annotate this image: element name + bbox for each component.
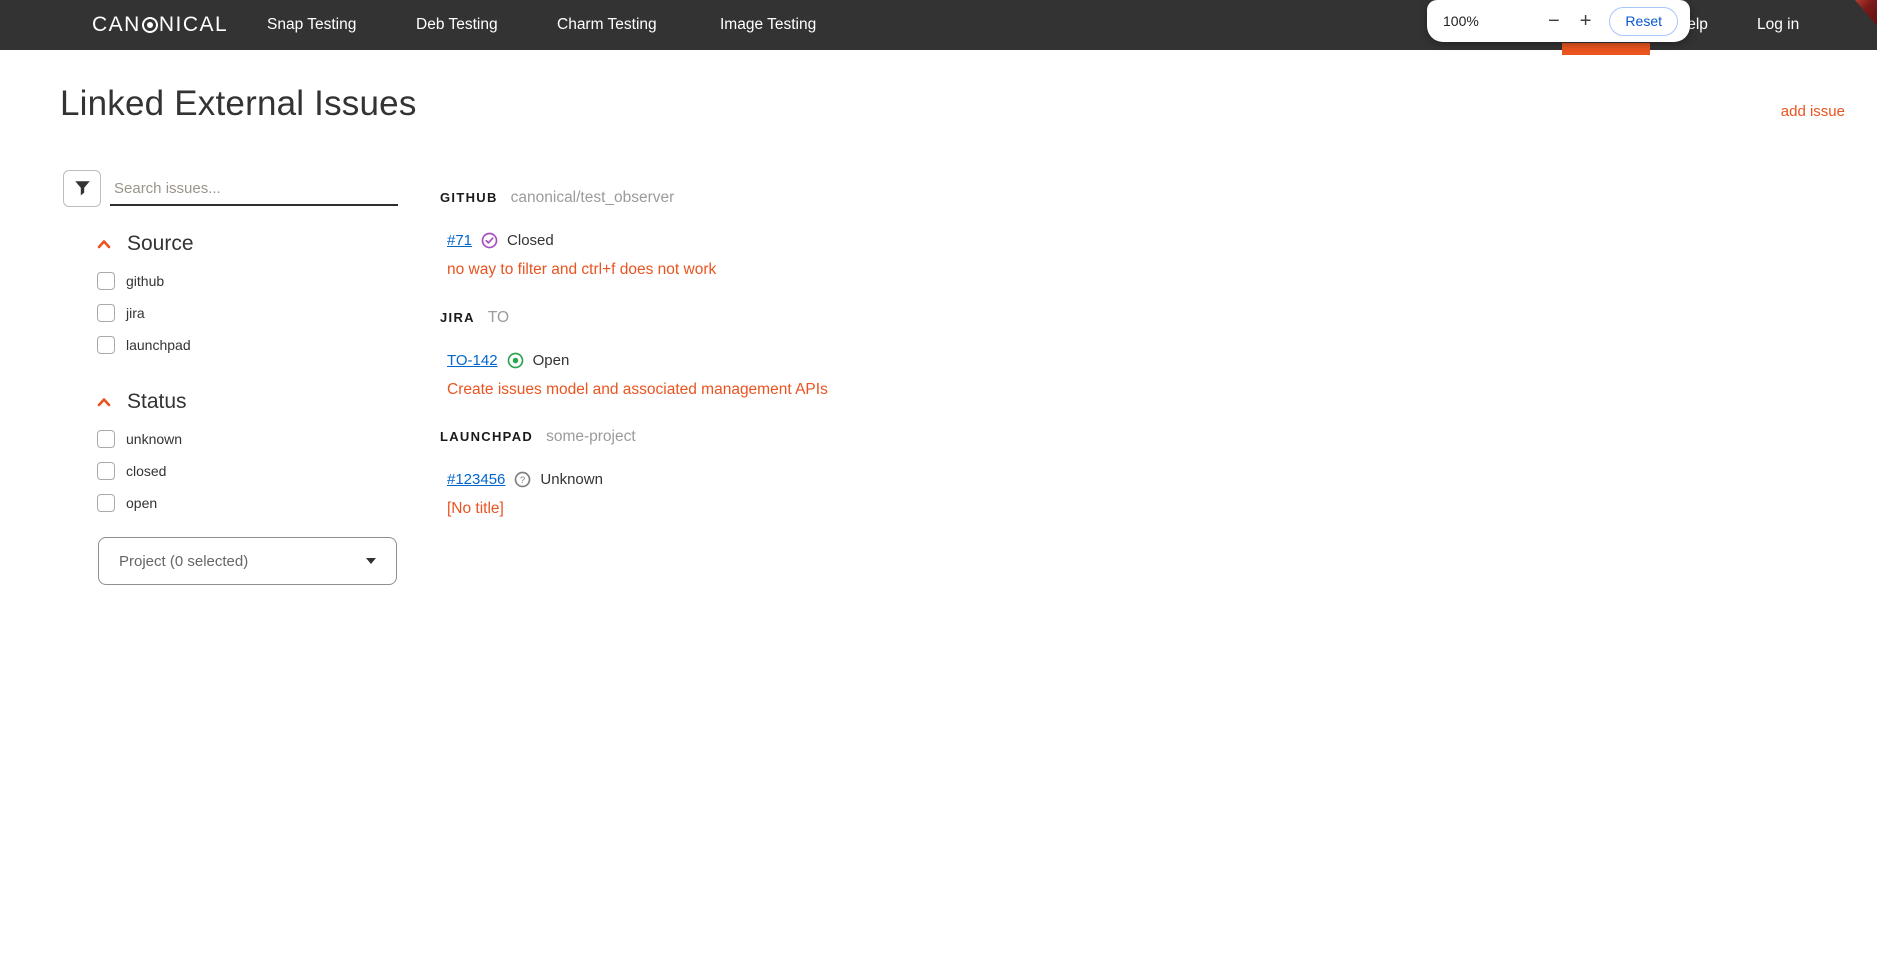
option-row-closed: closed [97,462,397,480]
zoom-out-button[interactable]: − [1542,9,1566,33]
search-input[interactable] [110,173,398,206]
github-checkbox-label[interactable]: github [126,273,164,289]
nav-item-snap-testing[interactable]: Snap Testing [267,0,356,50]
group-source-label: LAUNCHPAD [440,429,534,444]
option-row-open: open [97,494,397,512]
group-source-label: GITHUB [440,190,498,205]
status-options: unknown closed open [97,430,397,512]
option-row-github: github [97,272,397,290]
page-title: Linked External Issues [60,84,417,123]
filter-button[interactable] [63,170,101,207]
nav-item-image-testing[interactable]: Image Testing [720,0,816,50]
open-checkbox[interactable] [97,494,115,512]
issue-status-label: Closed [507,232,554,249]
group-header: JIRA TO [440,309,1340,327]
open-checkbox-label[interactable]: open [126,495,157,511]
closed-checkbox[interactable] [97,462,115,480]
chevron-up-icon [97,239,111,249]
issue-link[interactable]: #71 [447,232,472,249]
canonical-logo[interactable]: CAN NICAL [92,0,228,50]
filter-section-status: Status unknown closed open [97,390,397,526]
issue-group-github: GITHUB canonical/test_observer #71 Close… [440,189,1340,279]
issue-row: #71 Closed [447,232,1340,249]
launchpad-checkbox-label[interactable]: launchpad [126,337,191,353]
zoom-level-label: 100% [1443,13,1479,29]
logo-text-suffix: NICAL [158,13,229,36]
group-header: LAUNCHPAD some-project [440,428,1340,446]
nav-item-charm-testing[interactable]: Charm Testing [557,0,657,50]
filter-section-source: Source github jira launchpad [97,232,397,368]
chevron-down-icon [366,558,376,564]
svg-text:?: ? [520,475,525,486]
issue-row: #123456 ? Unknown [447,471,1340,488]
group-project-label: some-project [546,428,636,445]
issue-group-launchpad: LAUNCHPAD some-project #123456 ? Unknown… [440,428,1340,518]
project-dropdown-label: Project (0 selected) [119,552,249,570]
logo-text-prefix: CAN [92,13,141,36]
option-row-jira: jira [97,304,397,322]
issue-link[interactable]: #123456 [447,471,505,488]
source-section-toggle[interactable]: Source [97,232,397,256]
zoom-in-button[interactable]: + [1574,9,1598,33]
nav-item-log-in[interactable]: Log in [1757,0,1799,50]
issue-status-label: Unknown [540,471,603,488]
add-issue-link[interactable]: add issue [1781,103,1845,120]
issue-status-label: Open [532,352,570,369]
closed-status-icon [481,232,498,249]
source-options: github jira launchpad [97,272,397,354]
issue-row: TO-142 Open [447,352,1340,369]
open-status-icon [507,352,524,369]
browser-zoom-bubble: 100% − + Reset [1427,0,1690,42]
source-section-title: Source [127,232,194,255]
orange-logo-sliver [1562,43,1650,55]
option-row-unknown: unknown [97,430,397,448]
group-project-label: canonical/test_observer [510,189,675,206]
group-source-label: JIRA [440,310,475,325]
issue-title: Create issues model and associated manag… [447,381,828,398]
issue-link[interactable]: TO-142 [447,352,498,369]
status-section-toggle[interactable]: Status [97,390,397,414]
group-project-label: TO [487,309,510,326]
project-dropdown[interactable]: Project (0 selected) [98,537,397,585]
unknown-status-icon: ? [514,471,531,488]
closed-checkbox-label[interactable]: closed [126,463,166,479]
group-header: GITHUB canonical/test_observer [440,189,1340,207]
github-checkbox[interactable] [97,272,115,290]
jira-checkbox[interactable] [97,304,115,322]
unknown-checkbox[interactable] [97,430,115,448]
jira-checkbox-label[interactable]: jira [126,305,145,321]
option-row-launchpad: launchpad [97,336,397,354]
issue-title: no way to filter and ctrl+f does not wor… [447,261,717,278]
issue-title: [No title] [447,500,504,517]
unknown-checkbox-label[interactable]: unknown [126,431,182,447]
funnel-icon [74,180,91,197]
chevron-up-icon [97,397,111,407]
canonical-logo-o-icon [141,17,158,33]
nav-item-deb-testing[interactable]: Deb Testing [416,0,498,50]
zoom-reset-button[interactable]: Reset [1609,6,1678,36]
status-section-title: Status [127,390,187,413]
launchpad-checkbox[interactable] [97,336,115,354]
issue-group-jira: JIRA TO TO-142 Open Create issues model … [440,309,1340,399]
